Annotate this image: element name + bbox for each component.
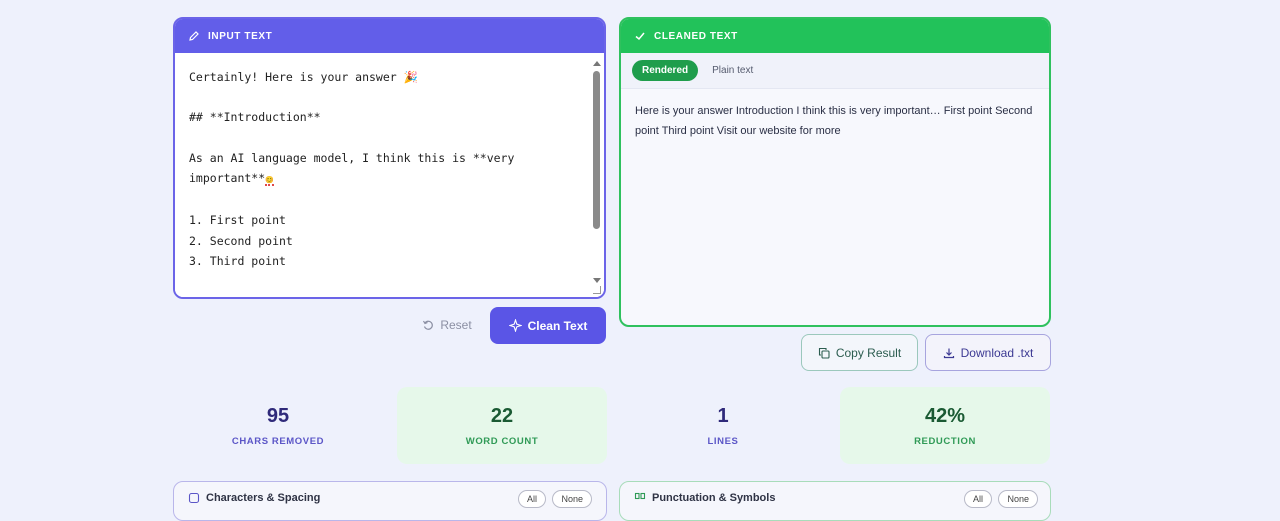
download-txt-button[interactable]: Download .txt xyxy=(925,334,1051,371)
scroll-up-arrow-icon[interactable] xyxy=(593,61,601,66)
reset-label: Reset xyxy=(440,318,472,332)
tab-plain-text[interactable]: Plain text xyxy=(702,60,763,81)
clean-text-button[interactable]: Clean Text xyxy=(490,307,606,344)
clean-label: Clean Text xyxy=(527,318,588,333)
input-text-body: Certainly! Here is your answer 🎉 ## **In… xyxy=(189,70,515,186)
input-scrollbar[interactable] xyxy=(592,61,601,283)
tab-rendered[interactable]: Rendered xyxy=(632,60,699,81)
pencil-icon xyxy=(188,30,200,42)
characters-spacing-section: Characters & Spacing All None xyxy=(173,481,607,521)
section-title: Punctuation & Symbols xyxy=(634,492,775,504)
output-panel: CLEANED TEXT Rendered Plain text Here is… xyxy=(619,17,1051,327)
output-panel-title: CLEANED TEXT xyxy=(654,30,738,42)
select-none-button[interactable]: None xyxy=(552,490,592,508)
input-textarea[interactable]: Certainly! Here is your answer 🎉 ## **In… xyxy=(175,53,604,297)
stat-reduction: 42% REDUCTION xyxy=(840,387,1050,464)
copy-icon xyxy=(818,347,830,359)
check-icon xyxy=(634,30,646,42)
resize-handle-icon[interactable] xyxy=(593,286,601,294)
stat-label: REDUCTION xyxy=(914,436,976,447)
stat-word-count: 22 WORD COUNT xyxy=(397,387,607,464)
input-text-content[interactable]: Certainly! Here is your answer 🎉 ## **In… xyxy=(175,53,604,285)
select-all-button[interactable]: All xyxy=(517,490,546,508)
stat-value: 95 xyxy=(266,405,290,427)
select-all-button[interactable]: All xyxy=(963,490,992,508)
stat-label: WORD COUNT xyxy=(465,436,539,447)
quote-icon xyxy=(634,492,646,500)
stat-label: CHARS REMOVED xyxy=(231,436,325,447)
section-title: Characters & Spacing xyxy=(188,492,320,504)
input-panel-title: INPUT TEXT xyxy=(208,30,273,42)
copy-result-button[interactable]: Copy Result xyxy=(801,334,918,371)
stat-lines: 1 LINES xyxy=(618,387,828,464)
input-text-list: 1. First point 2. Second point 3. Third … xyxy=(189,213,293,268)
reset-button[interactable]: Reset xyxy=(410,307,484,343)
spellcheck-squiggle: 😊 xyxy=(265,176,274,187)
sparkle-icon xyxy=(508,319,522,332)
stat-value: 1 xyxy=(717,405,729,427)
stat-label: LINES xyxy=(707,436,739,447)
output-tabs: Rendered Plain text xyxy=(621,53,1049,89)
scroll-thumb[interactable] xyxy=(593,71,600,229)
punctuation-symbols-section: Punctuation & Symbols All None xyxy=(619,481,1051,521)
select-none-button[interactable]: None xyxy=(998,490,1038,508)
scroll-down-arrow-icon[interactable] xyxy=(593,278,601,283)
output-panel-header: CLEANED TEXT xyxy=(621,19,1049,53)
cleaned-text-output: Here is your answer Introduction I think… xyxy=(635,105,1033,137)
stat-value: 22 xyxy=(490,405,514,427)
input-panel: INPUT TEXT Certainly! Here is your answe… xyxy=(173,17,606,299)
reset-icon xyxy=(423,320,434,330)
copy-label: Copy Result xyxy=(835,345,902,360)
download-label: Download .txt xyxy=(960,345,1034,360)
input-panel-header: INPUT TEXT xyxy=(175,19,604,53)
text-spacing-icon xyxy=(188,492,200,504)
stat-value: 42% xyxy=(924,405,966,427)
stat-chars-removed: 95 CHARS REMOVED xyxy=(173,387,383,464)
download-icon xyxy=(943,348,954,358)
